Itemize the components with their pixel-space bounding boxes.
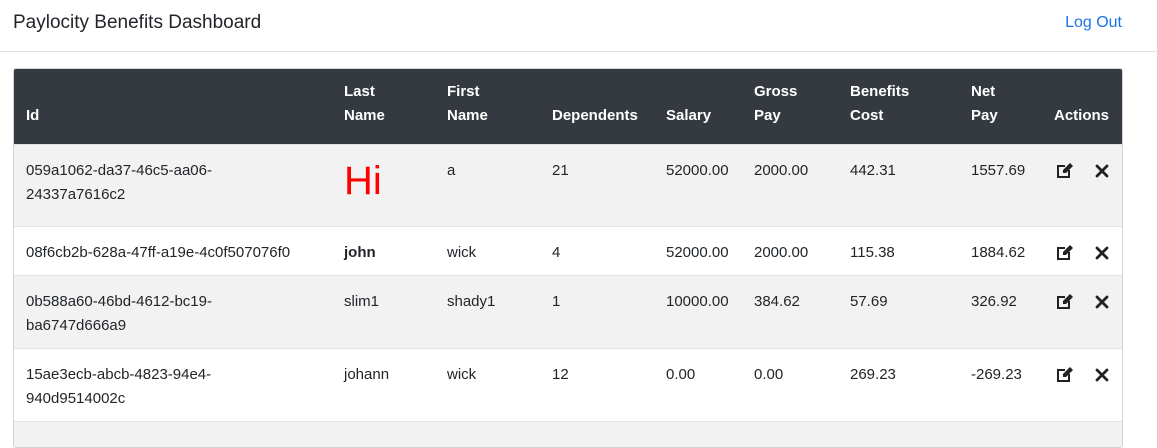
page-title: Paylocity Benefits Dashboard	[13, 12, 262, 33]
cell-gross-pay: 384.62	[742, 274, 838, 348]
cell-net-pay	[959, 420, 1042, 447]
column-header-id: Id	[26, 106, 40, 124]
employees-table-container: Id Last Name First Name Dependents Salary …	[13, 68, 1123, 448]
column-header-first-name: First Name	[447, 82, 488, 124]
close-icon[interactable]	[1092, 243, 1112, 263]
edit-icon[interactable]	[1054, 292, 1074, 312]
cell-gross-pay: 0.00	[742, 347, 838, 421]
cell-benefits-cost	[838, 420, 959, 447]
table-row: 0b588a60-46bd-4612-bc19- ba6747d666a9 sli…	[14, 274, 1122, 348]
cell-salary: 0.00	[654, 347, 742, 421]
cell-actions	[1042, 420, 1122, 447]
cell-net-pay: 1557.69	[959, 143, 1042, 226]
cell-salary	[654, 420, 742, 447]
cell-salary: 52000.00	[654, 143, 742, 226]
cell-dependents: 12	[540, 347, 654, 421]
cell-first-name: wick	[435, 347, 540, 421]
cell-last-name: slim1	[332, 274, 435, 348]
column-header-actions: Actions	[1054, 106, 1110, 124]
cell-actions	[1042, 274, 1122, 348]
navbar: Paylocity Benefits Dashboard Log Out	[0, 0, 1157, 52]
table-row: 15ae3ecb-abcb-4823-94e4- 940d9514002c joh…	[14, 347, 1122, 421]
cell-net-pay: -269.23	[959, 347, 1042, 421]
cell-first-name	[435, 420, 540, 447]
close-icon[interactable]	[1092, 292, 1112, 312]
cell-net-pay: 1884.62	[959, 225, 1042, 275]
cell-dependents: 21	[540, 143, 654, 226]
table-row: 059a1062-da37-46c5-aa06- 24337a7616c2 Hi …	[14, 143, 1122, 226]
column-header-salary: Salary	[666, 106, 712, 124]
cell-dependents	[540, 420, 654, 447]
table-header-row: Id Last Name First Name Dependents Salary …	[14, 69, 1122, 144]
column-header-net-pay: Net Pay	[971, 82, 998, 124]
cell-id: 15ae3ecb-abcb-4823-94e4- 940d9514002c	[14, 347, 332, 421]
cell-id: 08f6cb2b-628a-47ff-a19e-4c0f507076f0	[14, 225, 332, 275]
cell-benefits-cost: 269.23	[838, 347, 959, 421]
cell-first-name: wick	[435, 225, 540, 275]
cell-last-name: john	[332, 225, 435, 275]
cell-dependents: 4	[540, 225, 654, 275]
cell-id	[14, 420, 332, 447]
column-header-benefits-cost: Benefits Cost	[850, 82, 910, 124]
edit-icon[interactable]	[1054, 243, 1074, 263]
employees-table: Id Last Name First Name Dependents Salary …	[14, 69, 1122, 447]
cell-gross-pay: 2000.00	[742, 143, 838, 226]
column-header-last-name: Last Name	[344, 82, 385, 124]
cell-first-name: a	[435, 143, 540, 226]
cell-gross-pay: 2000.00	[742, 225, 838, 275]
edit-icon[interactable]	[1054, 365, 1074, 385]
cell-last-name: johann	[332, 347, 435, 421]
cell-benefits-cost: 57.69	[838, 274, 959, 348]
cell-actions	[1042, 225, 1122, 275]
logout-link[interactable]: Log Out	[1065, 14, 1122, 32]
cell-id: 059a1062-da37-46c5-aa06- 24337a7616c2	[14, 143, 332, 226]
cell-salary: 52000.00	[654, 225, 742, 275]
cell-id: 0b588a60-46bd-4612-bc19- ba6747d666a9	[14, 274, 332, 348]
table-row: 08f6cb2b-628a-47ff-a19e-4c0f507076f0 joh…	[14, 225, 1122, 275]
cell-salary: 10000.00	[654, 274, 742, 348]
column-header-dependents: Dependents	[552, 106, 638, 124]
cell-net-pay: 326.92	[959, 274, 1042, 348]
cell-gross-pay	[742, 420, 838, 447]
cell-last-name: Hi	[332, 143, 435, 226]
table-row	[14, 420, 1122, 447]
cell-dependents: 1	[540, 274, 654, 348]
close-icon[interactable]	[1092, 365, 1112, 385]
cell-benefits-cost: 442.31	[838, 143, 959, 226]
cell-last-name	[332, 420, 435, 447]
column-header-gross-pay: Gross Pay	[754, 82, 798, 124]
edit-icon[interactable]	[1054, 161, 1074, 181]
cell-benefits-cost: 115.38	[838, 225, 959, 275]
cell-actions	[1042, 143, 1122, 226]
cell-first-name: shady1	[435, 274, 540, 348]
close-icon[interactable]	[1092, 161, 1112, 181]
cell-actions	[1042, 347, 1122, 421]
